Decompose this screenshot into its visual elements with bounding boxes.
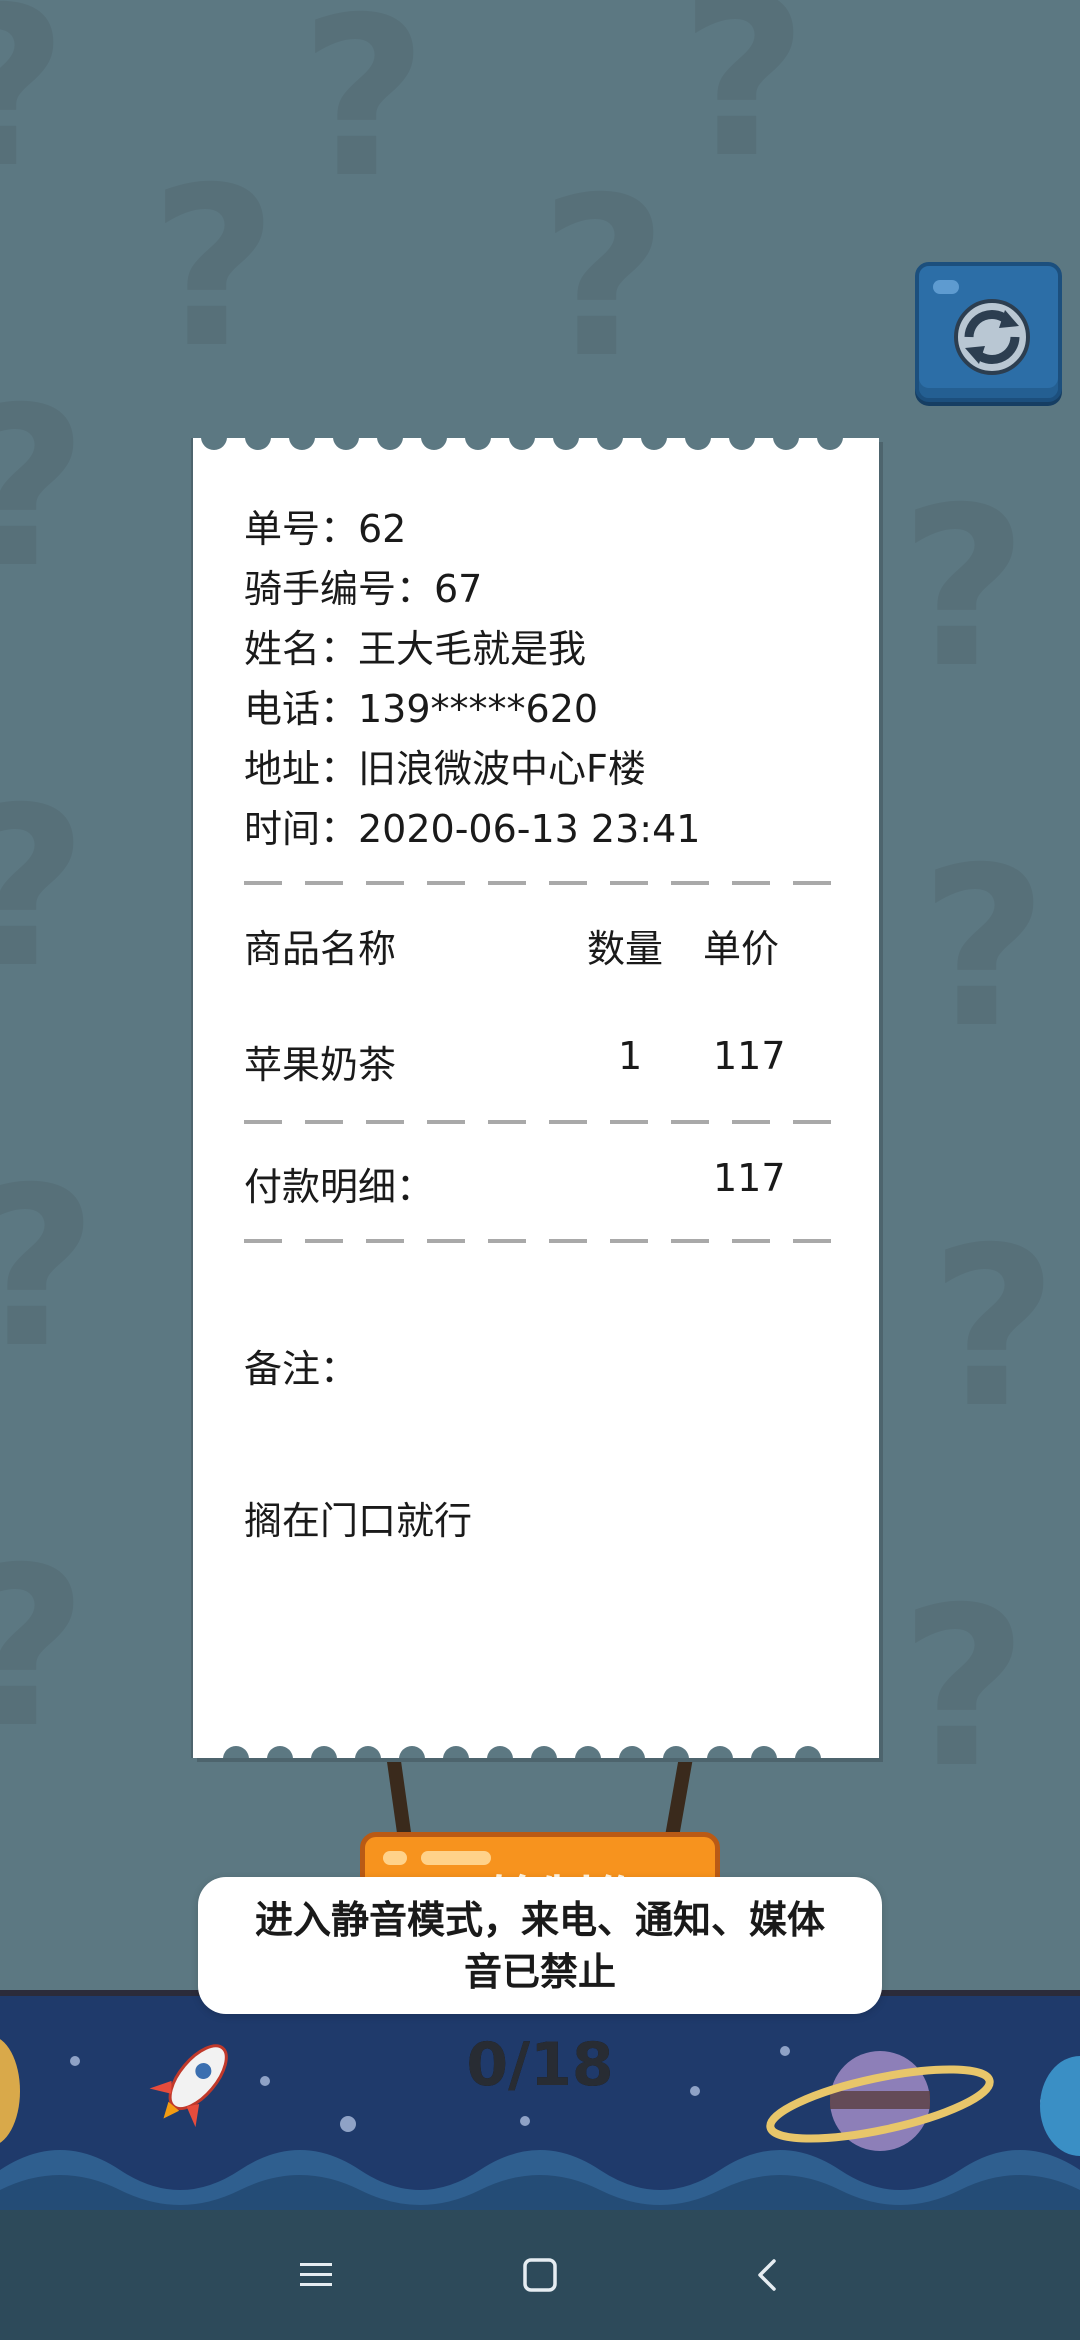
customer-phone: 电话：139*****620 [244,687,599,731]
refresh-icon [954,299,1030,375]
payment-label: 付款明细： [244,1165,435,1209]
divider [244,1239,841,1243]
back-icon [758,2259,776,2291]
customer-name: 姓名：王大毛就是我 [244,627,587,671]
menu-button[interactable] [286,2245,346,2305]
toast-message: 进入静音模式，来电、通知、媒体音已禁止 [254,1897,825,1994]
order-number: 单号：62 [244,507,407,551]
customer-address: 地址：旧浪微波中心F楼 [244,747,646,791]
receipt-top-edge [193,438,879,454]
divider [244,1120,841,1124]
wave-decoration [0,2150,1080,2210]
home-button[interactable] [510,2245,570,2305]
column-product: 商品名称 [244,927,397,971]
column-price: 单价 [703,927,780,971]
column-quantity: 数量 [587,927,664,971]
item-quantity: 1 [618,1034,643,1078]
home-icon [523,2258,557,2292]
item-price: 117 [713,1034,786,1078]
divider [244,881,841,885]
refresh-button[interactable] [915,262,1062,402]
order-receipt: 单号：62 骑手编号：67 姓名：王大毛就是我 电话：139*****620 地… [193,438,879,1758]
progress-counter: 0/18 [466,2030,614,2100]
system-navigation-bar [0,2210,1080,2340]
silent-mode-toast: 进入静音模式，来电、通知、媒体音已禁止 [198,1877,882,2014]
menu-icon [300,2263,332,2286]
note-text: 搁在门口就行 [244,1499,473,1543]
payment-total: 117 [713,1156,786,1200]
item-product: 苹果奶茶 [244,1043,397,1087]
bottom-game-panel [0,1990,1080,2210]
rider-number: 骑手编号：67 [244,567,483,611]
back-button[interactable] [738,2245,798,2305]
order-time: 时间：2020-06-13 23:41 [244,807,701,851]
receipt-bottom-edge [193,1742,879,1758]
note-label: 备注： [244,1347,359,1391]
